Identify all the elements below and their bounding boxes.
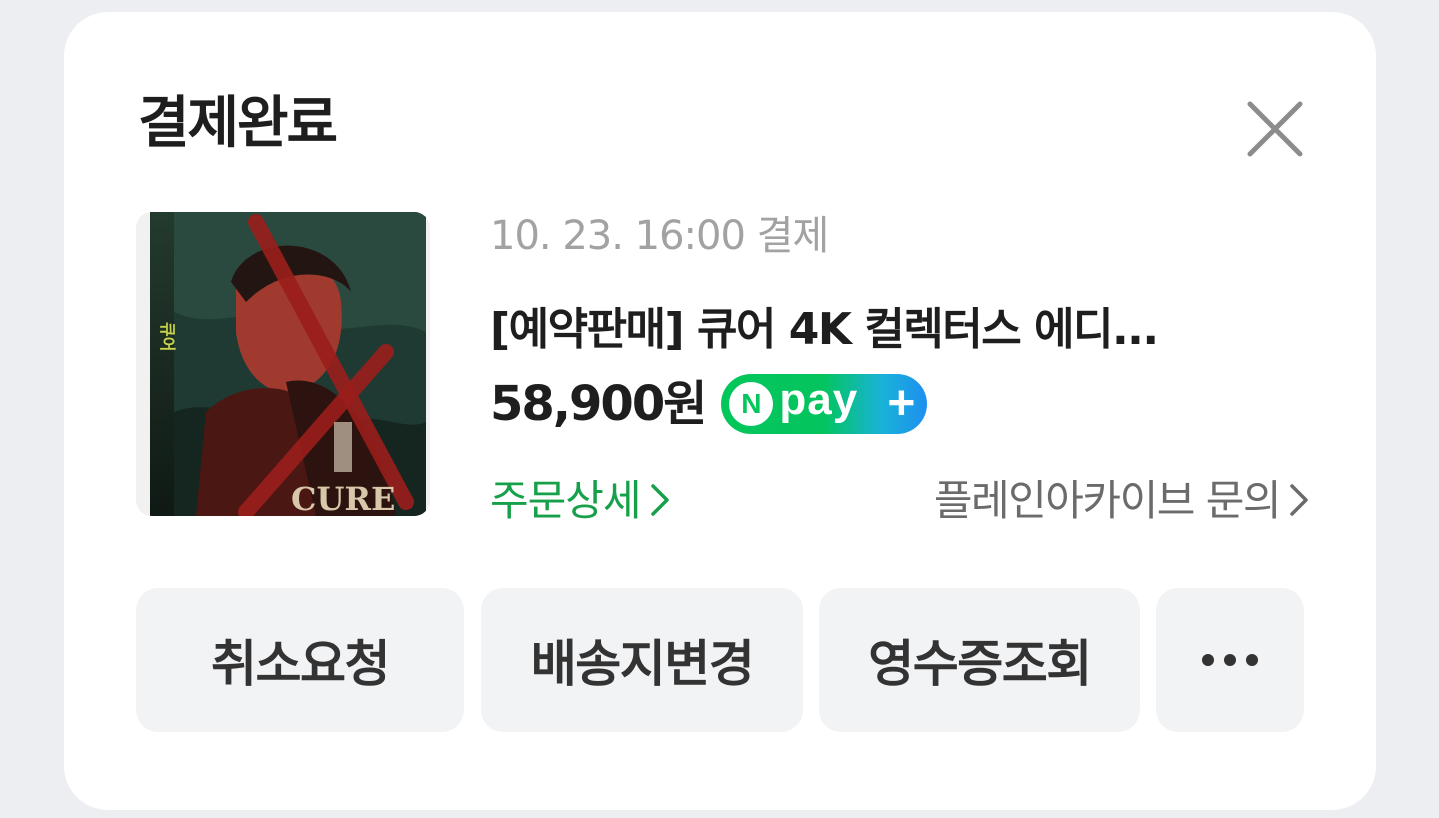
npay-n-icon: N	[729, 382, 774, 426]
npay-plus-badge: N pay +	[721, 374, 928, 434]
npay-label: pay	[779, 375, 859, 424]
seller-inquiry-link[interactable]: 플레인아카이브 문의	[934, 480, 1310, 522]
more-dots-icon	[1202, 654, 1258, 666]
product-name[interactable]: [예약판매] 큐어 4K 컬렉터스 에디...	[490, 306, 1290, 354]
cancel-request-button[interactable]: 취소요청	[136, 588, 464, 732]
payment-datetime: 10. 23. 16:00 결제	[490, 213, 829, 259]
price: 58,900원	[490, 376, 707, 432]
order-detail-label: 주문상세	[490, 476, 642, 525]
chevron-right-icon	[650, 484, 669, 516]
plus-icon: +	[887, 377, 916, 430]
receipt-button[interactable]: 영수증조회	[819, 588, 1140, 732]
price-row: 58,900원 N pay +	[490, 374, 928, 434]
order-links: 주문상세 플레인아카이브 문의	[490, 480, 1310, 536]
change-address-button[interactable]: 배송지변경	[481, 588, 803, 732]
chevron-right-icon	[1290, 484, 1308, 516]
change-address-label: 배송지변경	[530, 635, 755, 693]
order-detail-link[interactable]: 주문상세	[490, 480, 671, 522]
thumbnail-side-text: 큐어	[158, 322, 177, 351]
cancel-request-label: 취소요청	[211, 635, 391, 693]
more-button[interactable]	[1156, 588, 1304, 732]
receipt-label: 영수증조회	[868, 635, 1092, 693]
payment-complete-card: 결제완료 큐어 CURE 10. 23. 16:00 결제 [예약판매] 큐어 …	[64, 12, 1376, 810]
thumbnail-title: CURE	[291, 480, 395, 516]
close-icon[interactable]	[1244, 98, 1306, 160]
page-title: 결제완료	[138, 91, 338, 156]
product-thumbnail[interactable]: 큐어 CURE	[136, 212, 430, 516]
seller-inquiry-label: 플레인아카이브 문의	[933, 476, 1282, 525]
